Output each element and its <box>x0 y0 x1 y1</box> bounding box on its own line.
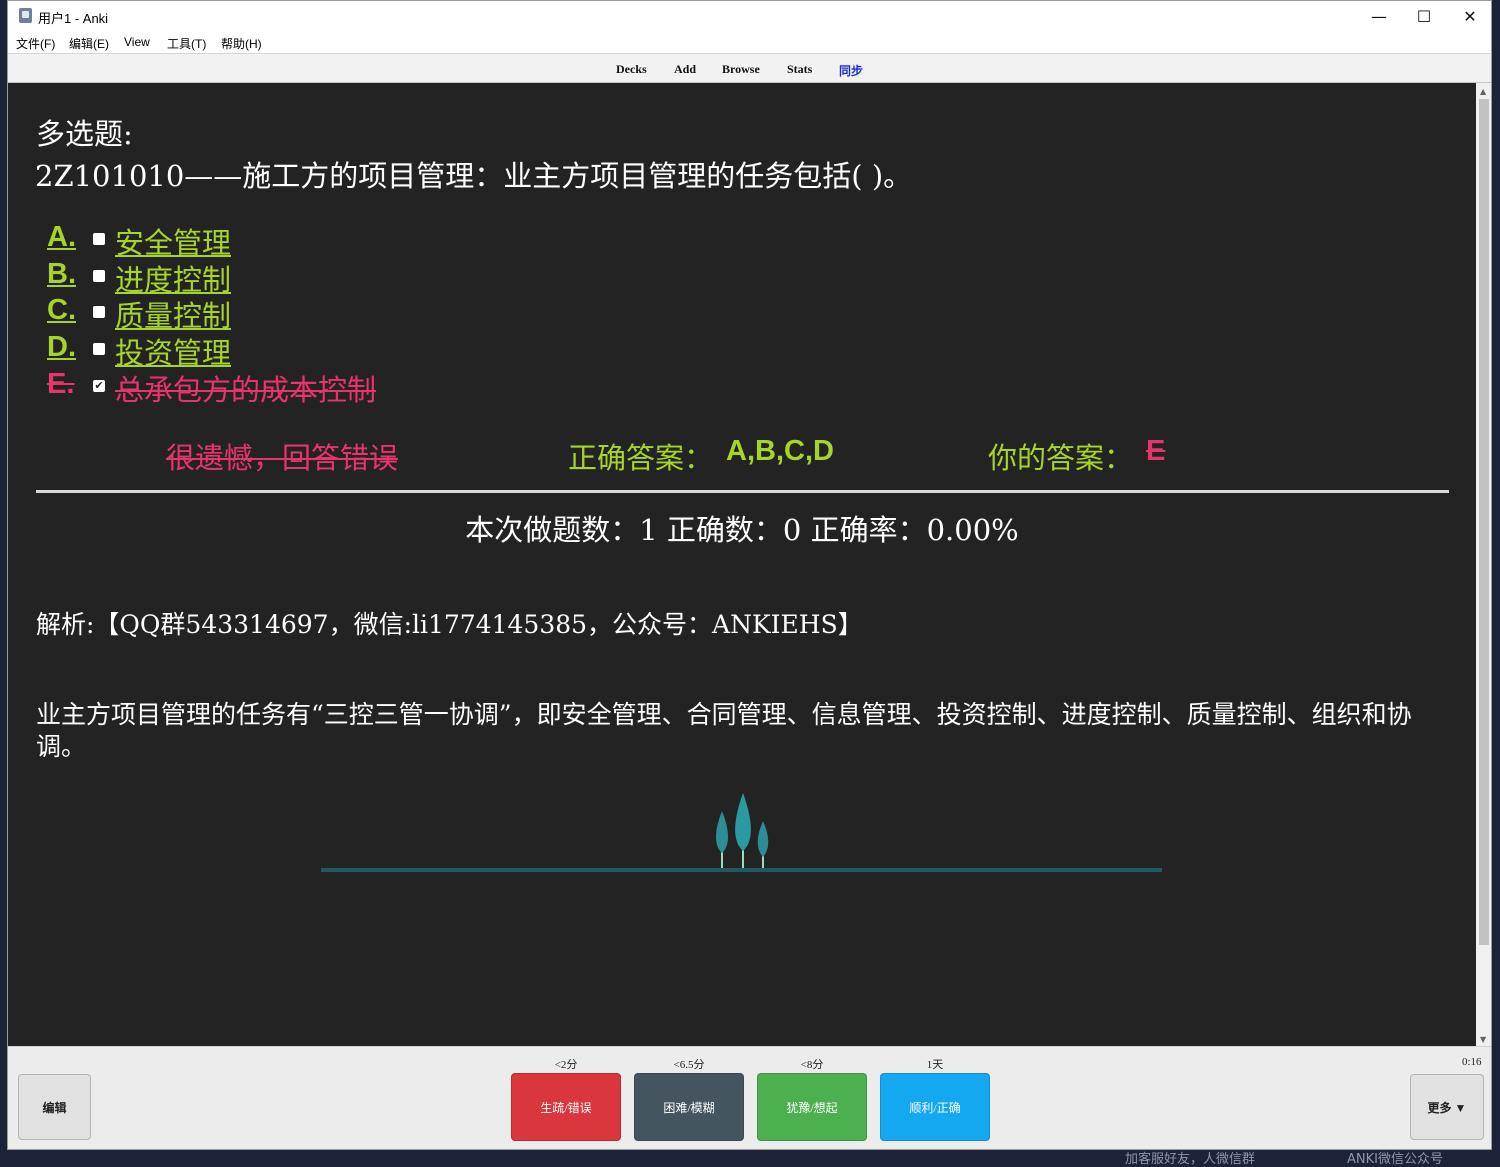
toolbar-add-link[interactable]: Add <box>674 62 696 77</box>
scroll-thumb[interactable] <box>1479 99 1489 945</box>
interval-again: <2分 <box>554 1059 578 1071</box>
option-text: 质量控制 <box>115 299 232 333</box>
option-checkbox[interactable] <box>93 270 105 282</box>
question-type: 多选题: <box>36 117 133 151</box>
edit-button[interactable]: 编辑 <box>18 1074 91 1140</box>
correct-answer-value: A,B,C,D <box>726 435 834 467</box>
option-text: 投资管理 <box>115 336 232 370</box>
explanation-text: 业主方项目管理的任务有“三控三管一协调”，即安全管理、合同管理、信息管理、投资控… <box>36 700 1412 761</box>
menu-help[interactable]: 帮助(H) <box>221 35 262 52</box>
option-text: 总承包方的成本控制 <box>115 373 377 407</box>
interval-good: <8分 <box>800 1059 824 1071</box>
easy-button[interactable]: 顺利/正确 <box>880 1073 990 1141</box>
menu-tools[interactable]: 工具(T) <box>167 35 206 52</box>
result-message: 很遗憾，回答错误 <box>166 441 399 475</box>
option-checkbox[interactable] <box>93 306 105 318</box>
option-letter: E. <box>47 368 75 400</box>
your-answer-value: E <box>1146 435 1166 467</box>
maximize-button[interactable]: ☐ <box>1401 1 1447 31</box>
trees-icon <box>716 793 769 868</box>
interval-easy: 1天 <box>926 1059 944 1071</box>
option-letter: C. <box>47 294 76 326</box>
option-checkbox[interactable] <box>93 233 105 245</box>
card-reviewer: 多选题: 2Z101010——施工方的项目管理：业主方项目管理的任务包括( )。… <box>8 83 1476 1046</box>
ground-line <box>321 868 1162 872</box>
menu-edit[interactable]: 编辑(E) <box>69 35 109 52</box>
hard-button[interactable]: 困难/模糊 <box>634 1073 744 1141</box>
option-letter: D. <box>47 331 76 363</box>
again-button[interactable]: 生疏/错误 <box>511 1073 621 1141</box>
scroll-down-icon[interactable]: ▼ <box>1480 1035 1486 1044</box>
toolbar-browse-link[interactable]: Browse <box>722 62 760 77</box>
scroll-up-icon[interactable]: ▲ <box>1480 87 1486 96</box>
option-text: 安全管理 <box>115 226 232 260</box>
option-letter: A. <box>47 221 76 253</box>
minimize-button[interactable]: — <box>1356 1 1402 31</box>
toolbar-sync-link[interactable]: 同步 <box>839 62 863 79</box>
interval-hard: <6.5分 <box>673 1059 705 1071</box>
question-text: 2Z101010——施工方的项目管理：业主方项目管理的任务包括( )。 <box>35 159 913 193</box>
session-stats: 本次做题数：1 正确数：0 正确率：0.00% <box>465 513 1019 547</box>
correct-answer-label: 正确答案： <box>568 441 714 475</box>
window-title: 用户1 - Anki <box>38 11 109 26</box>
main-toolbar: Decks Add Browse Stats 同步 <box>8 54 1491 83</box>
vertical-scrollbar[interactable]: ▲ ▼ <box>1476 83 1491 1046</box>
menu-bar: 文件(F) 编辑(E) View 工具(T) 帮助(H) <box>8 31 1491 54</box>
option-checkbox-checked[interactable]: ✔ <box>93 380 105 392</box>
menu-view[interactable]: View <box>124 35 150 49</box>
analysis-text: 解析:【QQ群543314697，微信:li1774145385，公众号：ANK… <box>36 610 863 639</box>
more-button[interactable]: 更多 ▼ <box>1410 1074 1484 1140</box>
review-timer: 0:16 <box>1462 1056 1482 1068</box>
anki-app-icon <box>19 8 32 23</box>
your-answer-label: 你的答案： <box>988 441 1134 475</box>
toolbar-decks-link[interactable]: Decks <box>616 62 647 77</box>
divider <box>36 490 1449 493</box>
toolbar-stats-link[interactable]: Stats <box>787 62 812 77</box>
good-button[interactable]: 犹豫/想起 <box>757 1073 867 1141</box>
close-button[interactable]: ✕ <box>1447 1 1491 31</box>
option-checkbox[interactable] <box>93 343 105 355</box>
anki-window: 用户1 - Anki — ☐ ✕ 文件(F) 编辑(E) View 工具(T) … <box>7 0 1492 1150</box>
option-letter: B. <box>47 258 76 290</box>
title-bar[interactable]: 用户1 - Anki — ☐ ✕ <box>8 1 1491 31</box>
menu-file[interactable]: 文件(F) <box>16 35 55 52</box>
answer-bar: 编辑 <2分 生疏/错误 <6.5分 困难/模糊 <8分 犹豫/想起 1天 顺利… <box>8 1046 1491 1149</box>
